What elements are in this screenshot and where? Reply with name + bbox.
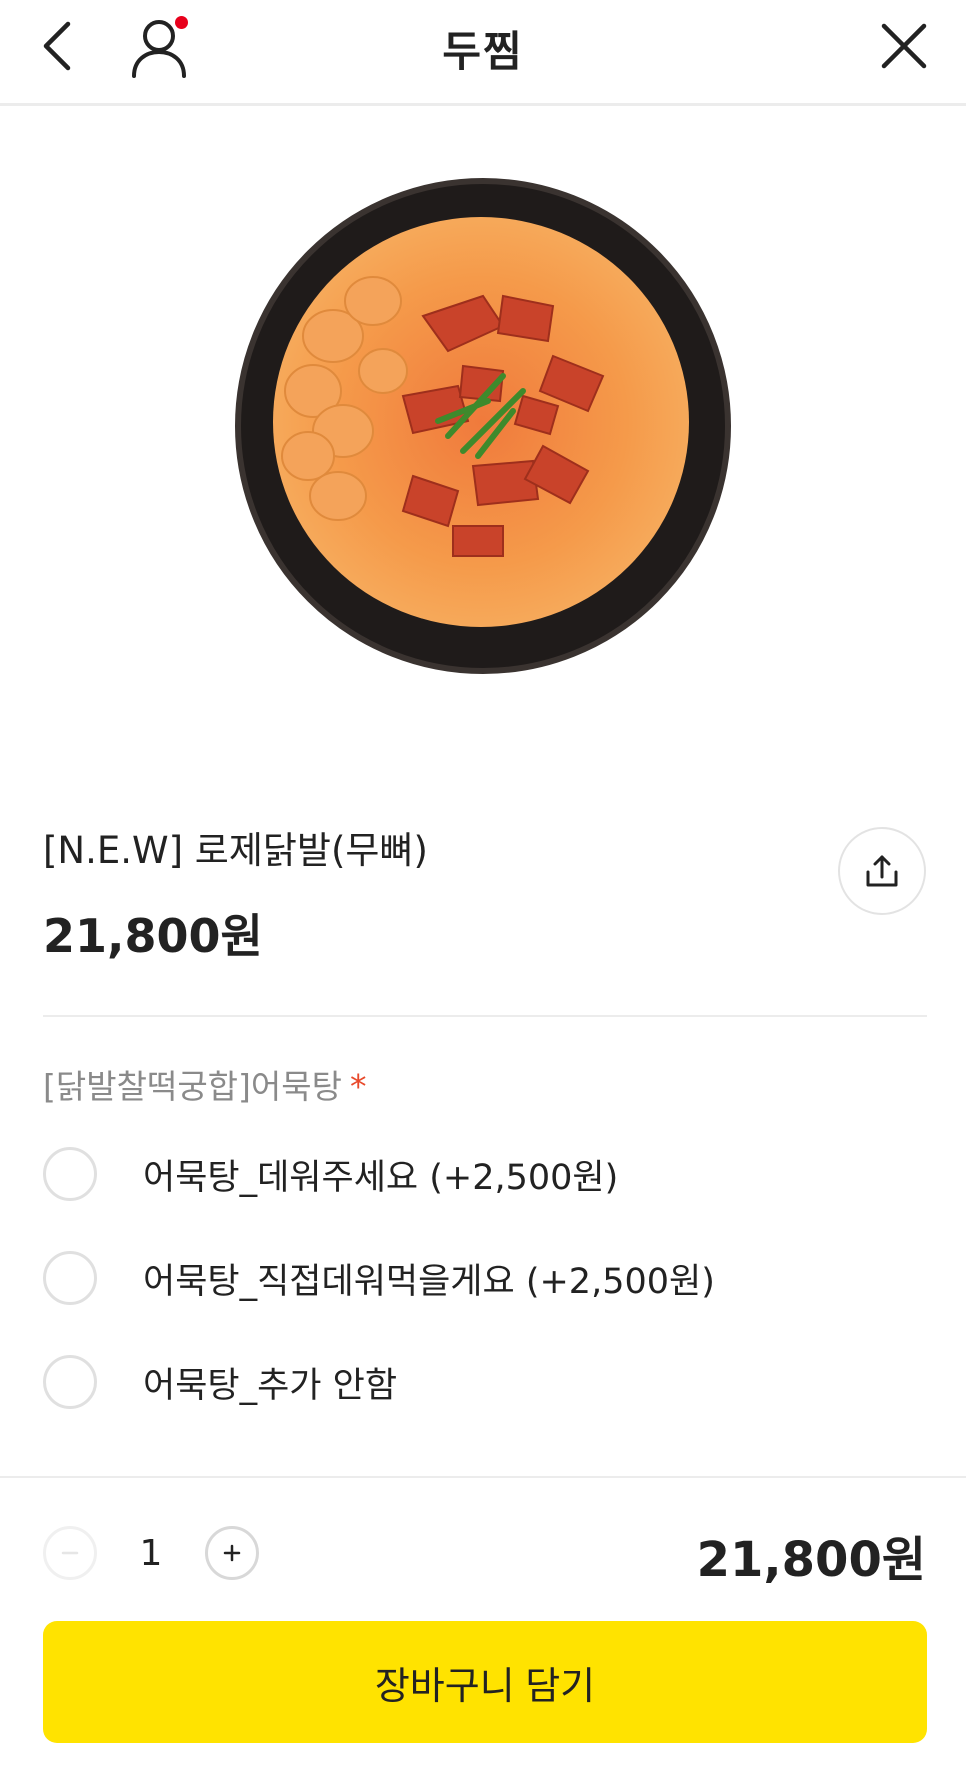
option-section-title: [닭발찰떡궁합]어묵탕 *	[43, 1060, 367, 1108]
share-icon	[866, 855, 898, 887]
notification-dot	[175, 16, 188, 29]
minus-icon	[61, 1551, 79, 1555]
plus-icon	[223, 1544, 241, 1562]
divider	[0, 1476, 966, 1478]
option-item[interactable]: 어묵탕_추가 안함	[43, 1347, 927, 1417]
decrease-quantity-button[interactable]	[43, 1526, 97, 1580]
close-icon	[881, 23, 927, 69]
divider	[43, 1015, 927, 1017]
radio-button[interactable]	[43, 1251, 97, 1305]
option-item[interactable]: 어묵탕_데워주세요 (+2,500원)	[43, 1139, 927, 1209]
quantity-stepper: 1	[43, 1525, 259, 1581]
product-price: 21,800원	[43, 909, 263, 963]
option-label: 어묵탕_데워주세요 (+2,500원)	[143, 1157, 619, 1198]
product-image	[0, 106, 966, 746]
back-button[interactable]	[28, 16, 88, 76]
user-account-button[interactable]	[126, 12, 196, 82]
option-label: 어묵탕_직접데워먹을게요 (+2,500원)	[143, 1261, 715, 1302]
radio-button[interactable]	[43, 1355, 97, 1409]
required-mark: *	[350, 1067, 367, 1106]
option-section-label: [닭발찰떡궁합]어묵탕	[43, 1067, 342, 1106]
add-to-cart-button[interactable]: 장바구니 담기	[43, 1621, 927, 1743]
product-name: [N.E.W] 로제닭발(무뼈)	[43, 829, 428, 872]
food-bowl-image	[235, 178, 731, 674]
quantity-value: 1	[139, 1532, 163, 1574]
radio-button[interactable]	[43, 1147, 97, 1201]
close-button[interactable]	[872, 14, 936, 78]
top-app-bar: 두찜	[0, 0, 966, 106]
increase-quantity-button[interactable]	[205, 1526, 259, 1580]
option-item[interactable]: 어묵탕_직접데워먹을게요 (+2,500원)	[43, 1243, 927, 1313]
option-label: 어묵탕_추가 안함	[143, 1365, 398, 1406]
total-price: 21,800원	[696, 1532, 926, 1588]
chevron-left-icon	[43, 21, 71, 71]
share-button[interactable]	[838, 827, 926, 915]
